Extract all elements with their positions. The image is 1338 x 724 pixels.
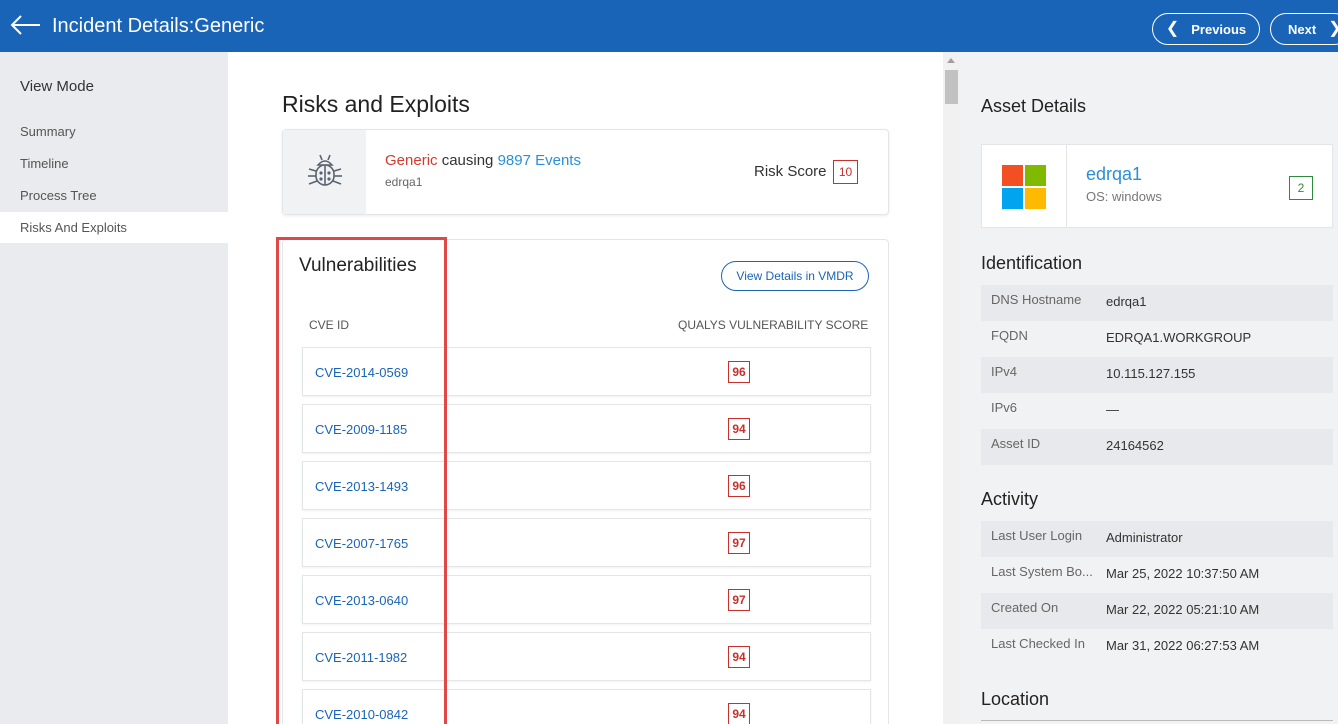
cve-link[interactable]: CVE-2013-1493 [315,479,408,494]
cve-link[interactable]: CVE-2013-0640 [315,593,408,608]
vulnerability-row: CVE-2013-1493 96 [302,461,871,510]
threat-connector: causing [437,152,498,169]
field-label: IPv6 [991,400,1018,415]
qvs-score-badge: 97 [728,532,750,554]
field-value: Mar 22, 2022 05:21:10 AM [1106,602,1260,617]
identification-row: IPv4 10.115.127.155 [981,357,1333,393]
threat-summary-line: Generic causing 9897 Events [385,152,581,169]
qvs-score-badge: 94 [728,646,750,668]
qvs-score-badge: 96 [728,361,750,383]
activity-row: Created On Mar 22, 2022 05:21:10 AM [981,593,1333,629]
field-value: edrqa1 [1106,294,1147,309]
back-arrow-icon[interactable] [10,12,42,40]
vulnerability-row: CVE-2007-1765 97 [302,518,871,567]
asset-name-link[interactable]: edrqa1 [1086,164,1142,185]
next-button[interactable]: Next ❯ [1270,13,1338,45]
identification-row: Asset ID 24164562 [981,429,1333,465]
field-value: Administrator [1106,530,1183,545]
chevron-right-icon: ❯ [1328,21,1338,37]
field-label: Asset ID [991,436,1041,451]
sidebar-item-timeline[interactable]: Timeline [0,148,228,179]
asset-details-heading: Asset Details [981,96,1087,116]
field-label: Last User Login [991,528,1083,543]
event-count-link[interactable]: 9897 Events [498,152,581,169]
bug-icon [307,154,342,186]
field-value: Mar 31, 2022 06:27:53 AM [1106,638,1260,653]
activity-row: Last System Bo... Mar 25, 2022 10:37:50 … [981,557,1333,593]
view-details-vmdr-button[interactable]: View Details in VMDR [721,261,869,291]
bug-icon-box [283,130,366,214]
cve-link[interactable]: CVE-2014-0569 [315,365,408,380]
field-label: Created On [991,600,1059,615]
vulnerability-row: CVE-2009-1185 94 [302,404,871,453]
identification-heading: Identification [981,253,1083,273]
activity-row: Last User Login Administrator [981,521,1333,557]
cve-link[interactable]: CVE-2010-0842 [315,707,408,722]
asset-panel: Asset Details edrqa1 OS: windows 2 Ident… [960,52,1338,724]
sidebar-item-risks-and-exploits[interactable]: Risks And Exploits [0,212,228,243]
vulnerability-row: CVE-2011-1982 94 [302,632,871,681]
column-header-cve-id: CVE ID [309,318,350,332]
main-scrollbar[interactable] [943,52,960,724]
section-title: Risks and Exploits [282,91,470,117]
identification-row: FQDN EDRQA1.WORKGROUP [981,321,1333,357]
asset-os: OS: windows [1086,189,1162,204]
field-value: Mar 25, 2022 10:37:50 AM [1106,566,1260,581]
threat-name: Generic [385,152,438,169]
main-content: Risks and Exploits Generic causing 9897 … [228,52,943,724]
field-value: EDRQA1.WORKGROUP [1106,330,1252,345]
vulnerability-row: CVE-2010-0842 94 [302,689,871,724]
activity-row: Last Checked In Mar 31, 2022 06:27:53 AM [981,629,1333,665]
threat-summary-card: Generic causing 9897 Events edrqa1 Risk … [282,129,889,215]
risk-score-label: Risk Score [754,163,827,180]
vulnerabilities-card: Vulnerabilities View Details in VMDR CVE… [282,239,889,724]
windows-logo-icon [1002,165,1046,209]
field-label: FQDN [991,328,1028,343]
threat-asset-name: edrqa1 [385,175,423,189]
qvs-score-badge: 94 [728,418,750,440]
field-value: 24164562 [1106,438,1164,453]
field-value: — [1106,402,1119,417]
sidebar-item-summary[interactable]: Summary [0,116,228,147]
field-label: DNS Hostname [991,292,1082,307]
column-header-qvs: QUALYS VULNERABILITY SCORE [678,318,869,332]
asset-score-badge: 2 [1289,176,1313,200]
location-heading: Location [981,689,1050,709]
sidebar-item-process-tree[interactable]: Process Tree [0,180,228,211]
asset-card: edrqa1 OS: windows 2 [981,144,1333,228]
risk-score-badge: 10 [833,160,858,184]
identification-row: DNS Hostname edrqa1 [981,285,1333,321]
field-label: Last Checked In [991,636,1085,651]
cve-link[interactable]: CVE-2007-1765 [315,536,408,551]
identification-row: IPv6 — [981,393,1333,429]
cve-link[interactable]: CVE-2009-1185 [315,422,407,437]
qvs-score-badge: 94 [728,703,750,724]
previous-label: Previous [1191,21,1247,37]
sidebar: View Mode Summary Timeline Process Tree … [0,52,228,724]
cve-link[interactable]: CVE-2011-1982 [315,650,407,665]
chevron-left-icon: ❮ [1165,20,1180,37]
field-label: IPv4 [991,364,1018,379]
vulnerability-row: CVE-2013-0640 97 [302,575,871,624]
top-header: Incident Details:Generic ❮ Previous Next… [0,0,1338,52]
scroll-up-arrow-icon[interactable] [947,58,955,63]
vulnerabilities-title: Vulnerabilities [299,255,417,276]
scrollbar-thumb[interactable] [945,70,958,104]
qvs-score-badge: 96 [728,475,750,497]
next-label: Next [1288,21,1317,37]
divider [1066,145,1067,227]
field-value: 10.115.127.155 [1106,366,1196,381]
activity-heading: Activity [981,489,1039,509]
previous-button[interactable]: ❮ Previous [1152,13,1260,45]
location-section-edge [981,720,1333,724]
field-label: Last System Bo... [991,564,1093,579]
page-title: Incident Details:Generic [52,15,265,37]
qvs-score-badge: 97 [728,589,750,611]
vulnerability-row: CVE-2014-0569 96 [302,347,871,396]
sidebar-heading: View Mode [20,78,94,95]
